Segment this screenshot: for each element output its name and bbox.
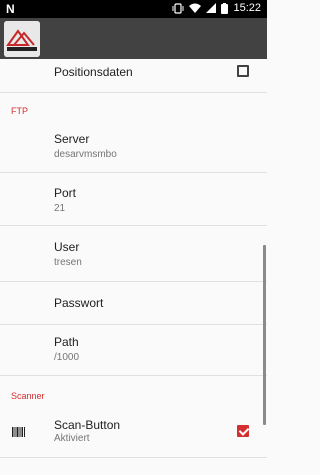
divider xyxy=(0,457,267,458)
signal-icon xyxy=(206,3,217,13)
item-title: Server xyxy=(54,132,90,146)
vibrate-icon xyxy=(172,2,184,14)
item-value: desarvmsmbo xyxy=(54,149,117,160)
list-item-server[interactable]: Server desarvmsmbo xyxy=(0,123,267,173)
item-value: 21 xyxy=(54,203,66,214)
clock: 15:22 xyxy=(233,2,261,14)
wifi-icon xyxy=(189,3,202,13)
item-title: Passwort xyxy=(54,296,104,310)
list-item-port[interactable]: Port 21 xyxy=(0,173,267,225)
battery-icon xyxy=(221,2,229,14)
divider xyxy=(0,92,267,93)
item-value: /1000 xyxy=(54,352,80,363)
list-item-path[interactable]: Path /1000 xyxy=(0,325,267,375)
list-item-passwort[interactable]: Passwort xyxy=(0,282,267,324)
app-logo[interactable] xyxy=(4,21,40,57)
item-value: Aktiviert xyxy=(54,433,90,444)
positionsdaten-checkbox[interactable] xyxy=(237,65,249,77)
barcode-icon xyxy=(12,427,25,437)
item-title: Scan-Button xyxy=(54,418,121,432)
list-item-positionsdaten[interactable]: Positionsdaten xyxy=(0,59,267,85)
app-bar xyxy=(0,18,267,59)
item-title: Positionsdaten xyxy=(54,65,133,79)
section-header-scanner: Scanner xyxy=(11,391,45,401)
status-bar: N 15:22 xyxy=(0,0,267,18)
item-title: Port xyxy=(54,186,77,200)
divider xyxy=(0,375,267,376)
scan-button-checkbox[interactable] xyxy=(237,425,249,437)
settings-list[interactable]: Positionsdaten FTP Server desarvmsmbo Po… xyxy=(0,59,267,475)
status-icons: 15:22 xyxy=(172,2,261,14)
section-header-ftp: FTP xyxy=(11,106,28,116)
notification-icon: N xyxy=(6,2,15,16)
item-title: Path xyxy=(54,335,79,349)
scrollbar[interactable] xyxy=(263,245,266,425)
item-title: User xyxy=(54,240,80,254)
list-item-user[interactable]: User tresen xyxy=(0,226,267,281)
list-item-scan-button[interactable]: Scan-Button Aktiviert xyxy=(0,409,267,457)
item-value: tresen xyxy=(54,257,82,268)
